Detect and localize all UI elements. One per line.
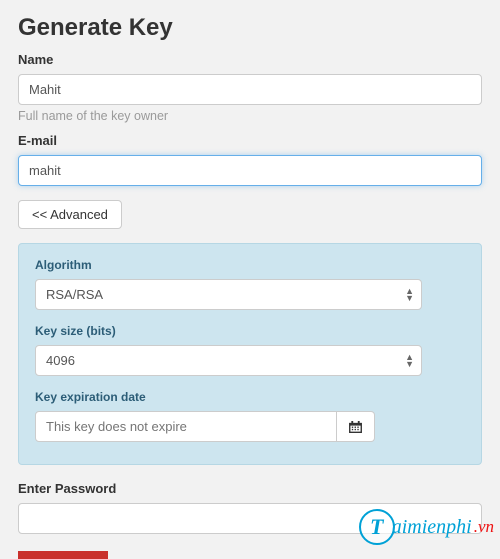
calendar-icon: [349, 421, 362, 433]
keysize-label: Key size (bits): [35, 324, 465, 338]
expiration-input[interactable]: [35, 411, 337, 442]
password-label: Enter Password: [18, 481, 482, 496]
advanced-panel: Algorithm ▲▼ Key size (bits) ▲▼ Key expi…: [18, 243, 482, 465]
expiration-group: Key expiration date: [35, 390, 465, 442]
email-group: E-mail: [18, 133, 482, 186]
password-group: Enter Password: [18, 481, 482, 534]
name-group: Name Full name of the key owner: [18, 52, 482, 123]
password-input[interactable]: [18, 503, 482, 534]
keysize-select[interactable]: [35, 345, 422, 376]
page-title: Generate Key: [18, 14, 482, 42]
algorithm-group: Algorithm ▲▼: [35, 258, 465, 310]
email-input[interactable]: [18, 155, 482, 186]
password-error-badge: [18, 551, 108, 559]
name-input[interactable]: [18, 74, 482, 105]
algorithm-select[interactable]: [35, 279, 422, 310]
keysize-group: Key size (bits) ▲▼: [35, 324, 465, 376]
email-label: E-mail: [18, 133, 482, 148]
name-label: Name: [18, 52, 482, 67]
datepicker-button[interactable]: [337, 411, 374, 442]
name-help-text: Full name of the key owner: [18, 109, 482, 123]
algorithm-label: Algorithm: [35, 258, 465, 272]
advanced-toggle-button[interactable]: << Advanced: [18, 200, 122, 229]
expiration-label: Key expiration date: [35, 390, 465, 404]
